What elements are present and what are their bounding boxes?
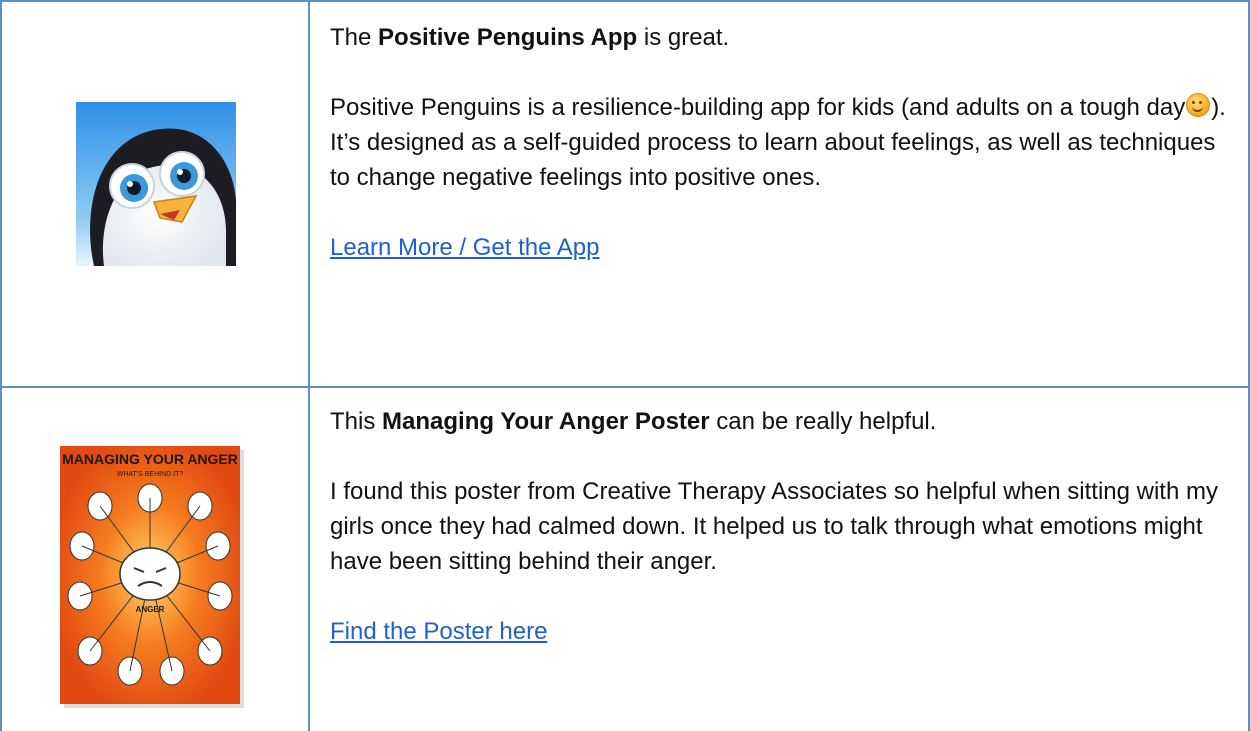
- intro-text: The: [330, 24, 379, 51]
- app-name: Positive Penguins App: [378, 24, 638, 51]
- poster-name: Managing Your Anger Poster: [382, 408, 710, 435]
- penguin-app-link-line: Learn More / Get the App: [330, 230, 1230, 265]
- anger-poster-intro: This Managing Your Anger Poster can be r…: [330, 404, 1230, 439]
- anger-poster-body: I found this poster from Creative Therap…: [330, 478, 1218, 575]
- row-divider: [0, 386, 1250, 388]
- poster-title: MANAGING YOUR ANGER: [62, 451, 238, 467]
- poster-center-label: ANGER: [136, 605, 165, 614]
- column-divider: [308, 0, 310, 731]
- resource-table: The Positive Penguins App is great. Posi…: [0, 0, 1250, 731]
- penguin-app-image: [76, 102, 236, 266]
- intro-text: This: [330, 408, 383, 435]
- find-poster-link[interactable]: Find the Poster here: [330, 618, 547, 645]
- intro-text-end: is great.: [637, 24, 730, 51]
- anger-poster-description: This Managing Your Anger Poster can be r…: [330, 404, 1230, 649]
- penguin-app-intro: The Positive Penguins App is great.: [330, 20, 1230, 55]
- anger-poster-image: MANAGING YOUR ANGER WHAT'S BEHIND IT? AN…: [60, 446, 246, 710]
- penguin-app-description: The Positive Penguins App is great. Posi…: [330, 20, 1230, 265]
- learn-more-link[interactable]: Learn More / Get the App: [330, 234, 600, 261]
- anger-poster-link-line: Find the Poster here: [330, 614, 1230, 649]
- intro-text-end: can be really helpful.: [709, 408, 937, 435]
- body-text-part1: Positive Penguins is a resilience-buildi…: [330, 94, 1186, 121]
- smiling-face-icon: [1186, 93, 1211, 117]
- table-border-top: [0, 0, 1250, 2]
- table-border-left: [0, 0, 2, 731]
- poster-subtitle: WHAT'S BEHIND IT?: [117, 471, 184, 478]
- penguin-app-body: Positive Penguins is a resilience-buildi…: [330, 90, 1230, 195]
